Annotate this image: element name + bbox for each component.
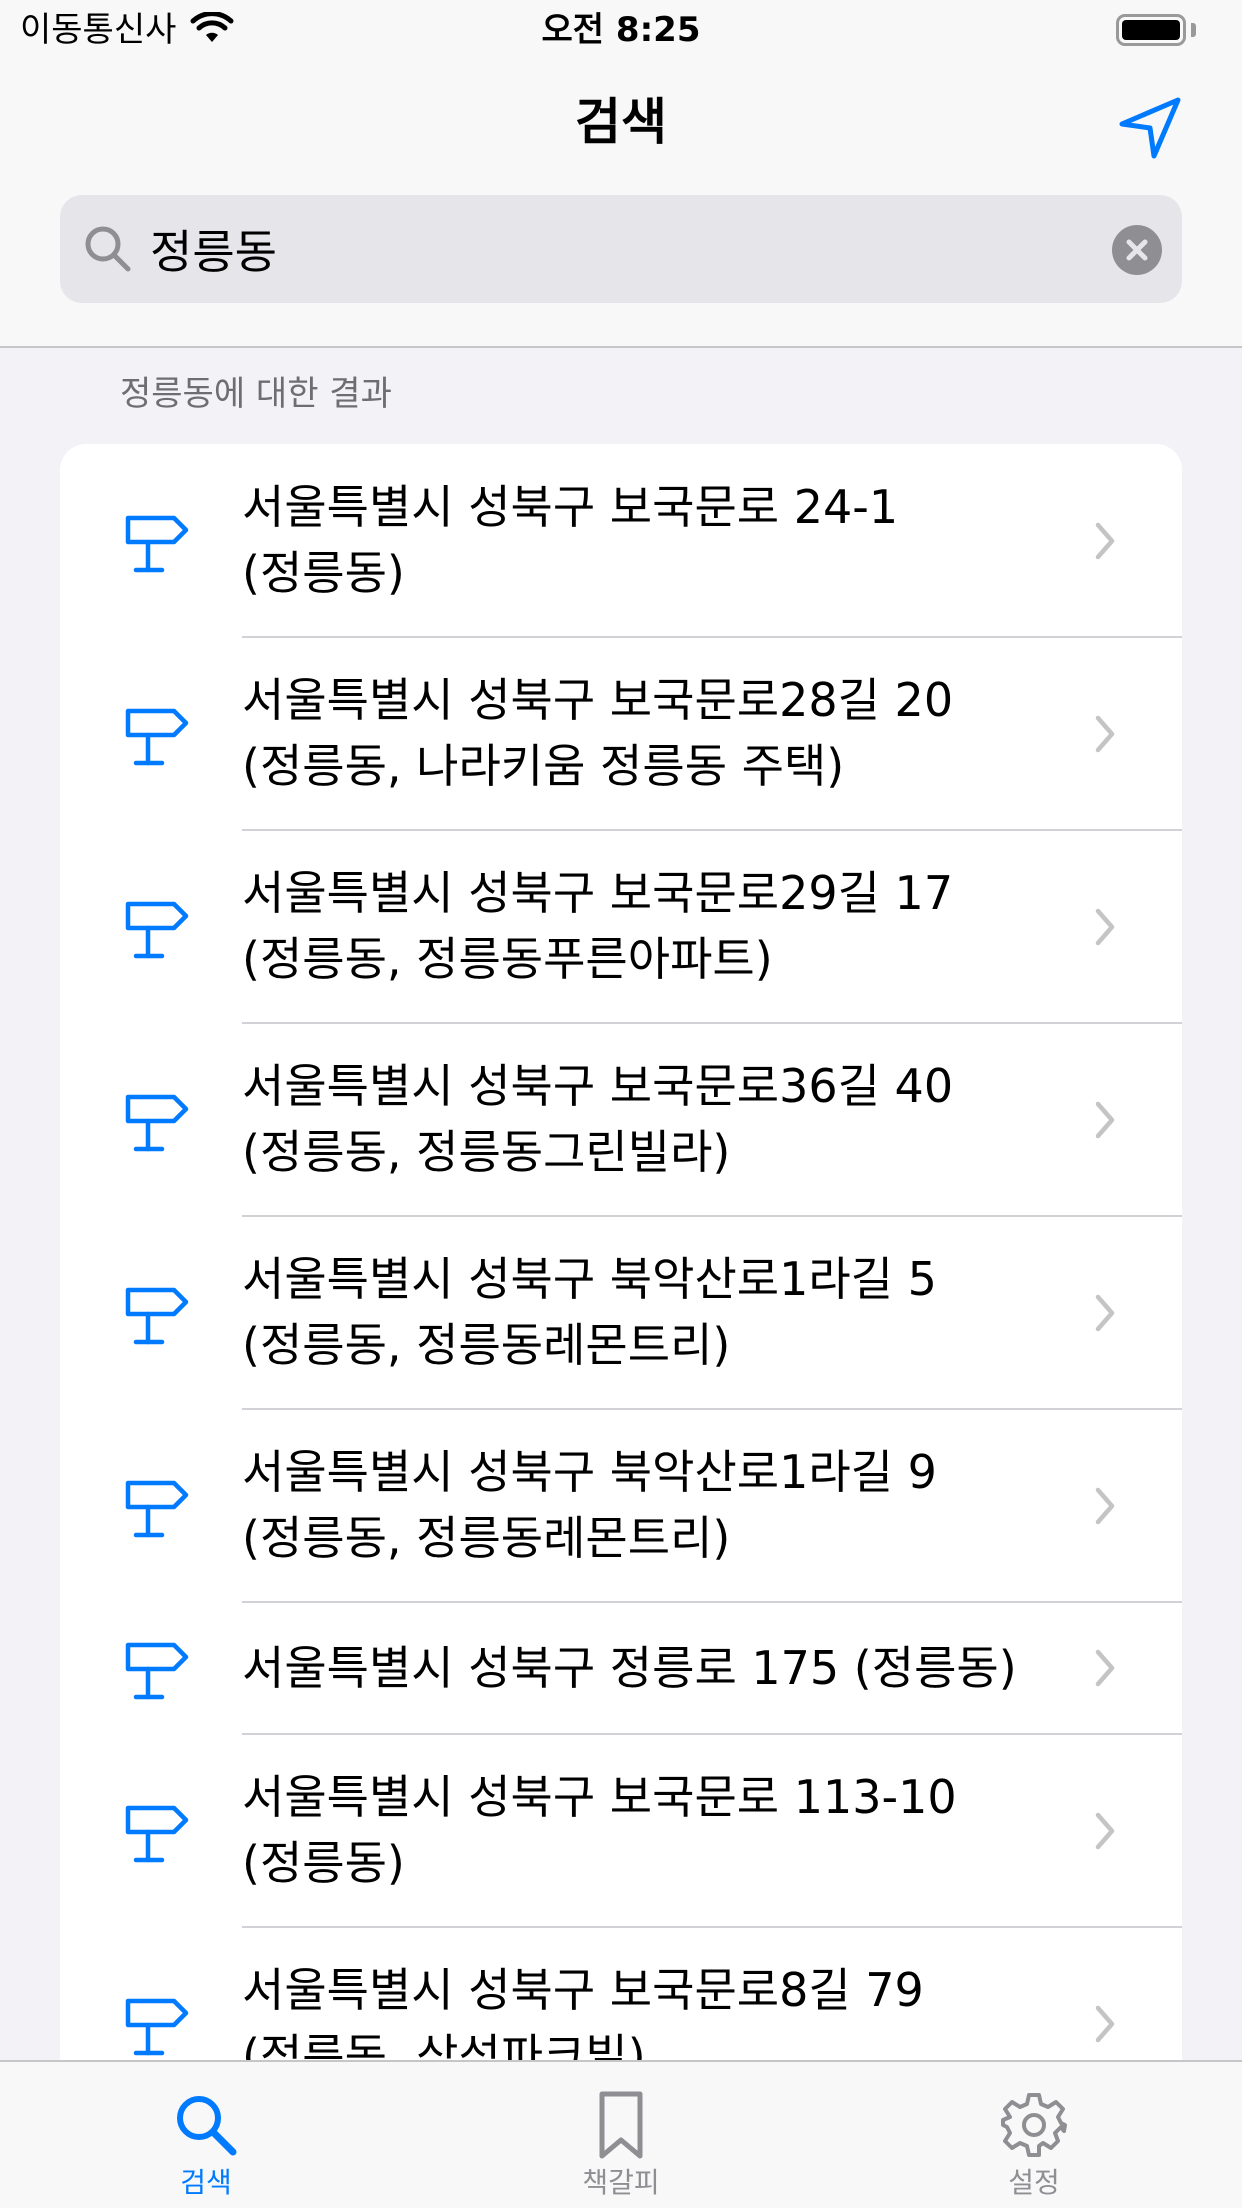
app-screen: 이동통신사 오전 8:25 검색 정릉동 정릉동에 대한 결과 서울특별시 성북… — [0, 0, 1242, 2208]
result-address: 서울특별시 성북구 보국문로 113-10 (정릉동) — [242, 1764, 1062, 1896]
tab-bar: 검색 책갈피 설정 — [0, 2060, 1242, 2208]
signpost-icon — [125, 1480, 189, 1537]
result-line2: (정릉동, 삼성파크빌) — [242, 2029, 646, 2064]
location-arrow-icon — [1119, 97, 1181, 159]
page-title: 검색 — [575, 93, 667, 151]
chevron-right-icon — [1095, 908, 1115, 945]
signpost-icon — [125, 1642, 189, 1700]
close-icon — [1126, 239, 1148, 261]
signpost-icon — [125, 1805, 189, 1862]
result-line1: 서울특별시 성북구 보국문로 113-10 — [242, 1770, 957, 1824]
tab-bookmarks-label: 책갈피 — [582, 2166, 660, 2199]
result-address: 서울특별시 성북구 보국문로29길 17 (정릉동, 정릉동푸른아파트) — [242, 860, 1062, 992]
signpost-icon — [125, 1287, 189, 1344]
result-line2: (정릉동, 나라키움 정릉동 주택) — [242, 739, 845, 793]
signpost-icon — [125, 901, 189, 958]
result-line2: (정릉동, 정릉동푸른아파트) — [242, 932, 773, 986]
tab-search-label: 검색 — [180, 2166, 232, 2199]
status-bar: 이동통신사 오전 8:25 — [0, 0, 1242, 60]
result-row[interactable]: 서울특별시 성북구 보국문로 113-10 (정릉동) — [60, 1734, 1182, 1927]
result-line2: (정릉동, 정릉동레몬트리) — [242, 1318, 731, 1372]
chevron-right-icon — [1095, 2005, 1115, 2042]
status-time: 오전 8:25 — [541, 10, 701, 50]
result-line2: (정릉동) — [242, 1836, 405, 1890]
results-section-header: 정릉동에 대한 결과 — [120, 374, 392, 414]
signpost-icon — [125, 1094, 189, 1151]
chevron-right-icon — [1095, 1812, 1115, 1849]
search-bar[interactable] — [60, 195, 1182, 303]
bookmark-icon — [599, 2091, 643, 2159]
gear-icon — [1001, 2093, 1067, 2157]
result-row[interactable]: 서울특별시 성북구 정릉로 175 (정릉동) — [60, 1602, 1182, 1734]
result-address: 서울특별시 성북구 보국문로 24-1 (정릉동) — [242, 474, 1062, 606]
result-row[interactable]: 서울특별시 성북구 북악산로1라길 5 (정릉동, 정릉동레몬트리) — [60, 1216, 1182, 1409]
tab-search[interactable]: 검색 — [116, 2062, 296, 2208]
search-icon — [177, 2096, 237, 2156]
result-address: 서울특별시 성북구 정릉로 175 (정릉동) — [242, 1635, 1062, 1701]
tab-settings[interactable]: 설정 — [944, 2062, 1124, 2208]
result-row[interactable]: 서울특별시 성북구 보국문로36길 40 (정릉동, 정릉동그린빌라) — [60, 1023, 1182, 1216]
result-line2: (정릉동, 정릉동레몬트리) — [242, 1511, 731, 1565]
result-row[interactable]: 서울특별시 성북구 보국문로29길 17 (정릉동, 정릉동푸른아파트) — [60, 830, 1182, 1023]
result-address: 서울특별시 성북구 보국문로36길 40 (정릉동, 정릉동그린빌라) — [242, 1053, 1062, 1185]
result-line2: (정릉동) — [242, 546, 405, 600]
result-row[interactable]: 서울특별시 성북구 보국문로8길 79 (정릉동, 삼성파크빌) — [60, 1927, 1182, 2064]
result-line1: 서울특별시 성북구 정릉로 175 (정릉동) — [242, 1641, 1017, 1695]
chevron-right-icon — [1095, 1487, 1115, 1524]
result-line1: 서울특별시 성북구 보국문로28길 20 — [242, 673, 954, 727]
navigation-header: 검색 — [0, 60, 1242, 348]
result-line1: 서울특별시 성북구 보국문로36길 40 — [242, 1059, 954, 1113]
tab-bookmarks[interactable]: 책갈피 — [531, 2062, 711, 2208]
result-line1: 서울특별시 성북구 보국문로8길 79 — [242, 1963, 924, 2017]
chevron-right-icon — [1095, 715, 1115, 752]
battery-tip — [1191, 23, 1196, 37]
search-input[interactable] — [150, 213, 1050, 285]
result-line2: (정릉동, 정릉동그린빌라) — [242, 1125, 731, 1179]
result-line1: 서울특별시 성북구 북악산로1라길 5 — [242, 1252, 937, 1306]
signpost-icon — [125, 515, 189, 572]
search-icon — [85, 226, 131, 272]
chevron-right-icon — [1095, 1294, 1115, 1331]
result-row[interactable]: 서울특별시 성북구 북악산로1라길 9 (정릉동, 정릉동레몬트리) — [60, 1409, 1182, 1602]
result-line1: 서울특별시 성북구 보국문로 24-1 — [242, 480, 899, 534]
result-address: 서울특별시 성북구 북악산로1라길 9 (정릉동, 정릉동레몬트리) — [242, 1439, 1062, 1571]
clear-search-button[interactable] — [1112, 225, 1162, 275]
result-address: 서울특별시 성북구 보국문로8길 79 (정릉동, 삼성파크빌) — [242, 1957, 1062, 2064]
battery-icon — [1116, 14, 1186, 46]
result-row[interactable]: 서울특별시 성북구 보국문로 24-1 (정릉동) — [60, 444, 1182, 637]
result-line1: 서울특별시 성북구 북악산로1라길 9 — [242, 1445, 937, 1499]
result-line1: 서울특별시 성북구 보국문로29길 17 — [242, 866, 954, 920]
result-row[interactable]: 서울특별시 성북구 보국문로28길 20 (정릉동, 나라키움 정릉동 주택) — [60, 637, 1182, 830]
chevron-right-icon — [1095, 1101, 1115, 1138]
signpost-icon — [125, 708, 189, 765]
chevron-right-icon — [1095, 1649, 1115, 1687]
results-list: 서울특별시 성북구 보국문로 24-1 (정릉동) 서울특별시 성북구 보국문로28… — [60, 444, 1182, 2064]
chevron-right-icon — [1095, 522, 1115, 559]
result-address: 서울특별시 성북구 북악산로1라길 5 (정릉동, 정릉동레몬트리) — [242, 1246, 1062, 1378]
tab-settings-label: 설정 — [1008, 2166, 1060, 2199]
result-address: 서울특별시 성북구 보국문로28길 20 (정릉동, 나라키움 정릉동 주택) — [242, 667, 1062, 799]
signpost-icon — [125, 1998, 189, 2055]
current-location-button[interactable] — [1116, 94, 1184, 162]
